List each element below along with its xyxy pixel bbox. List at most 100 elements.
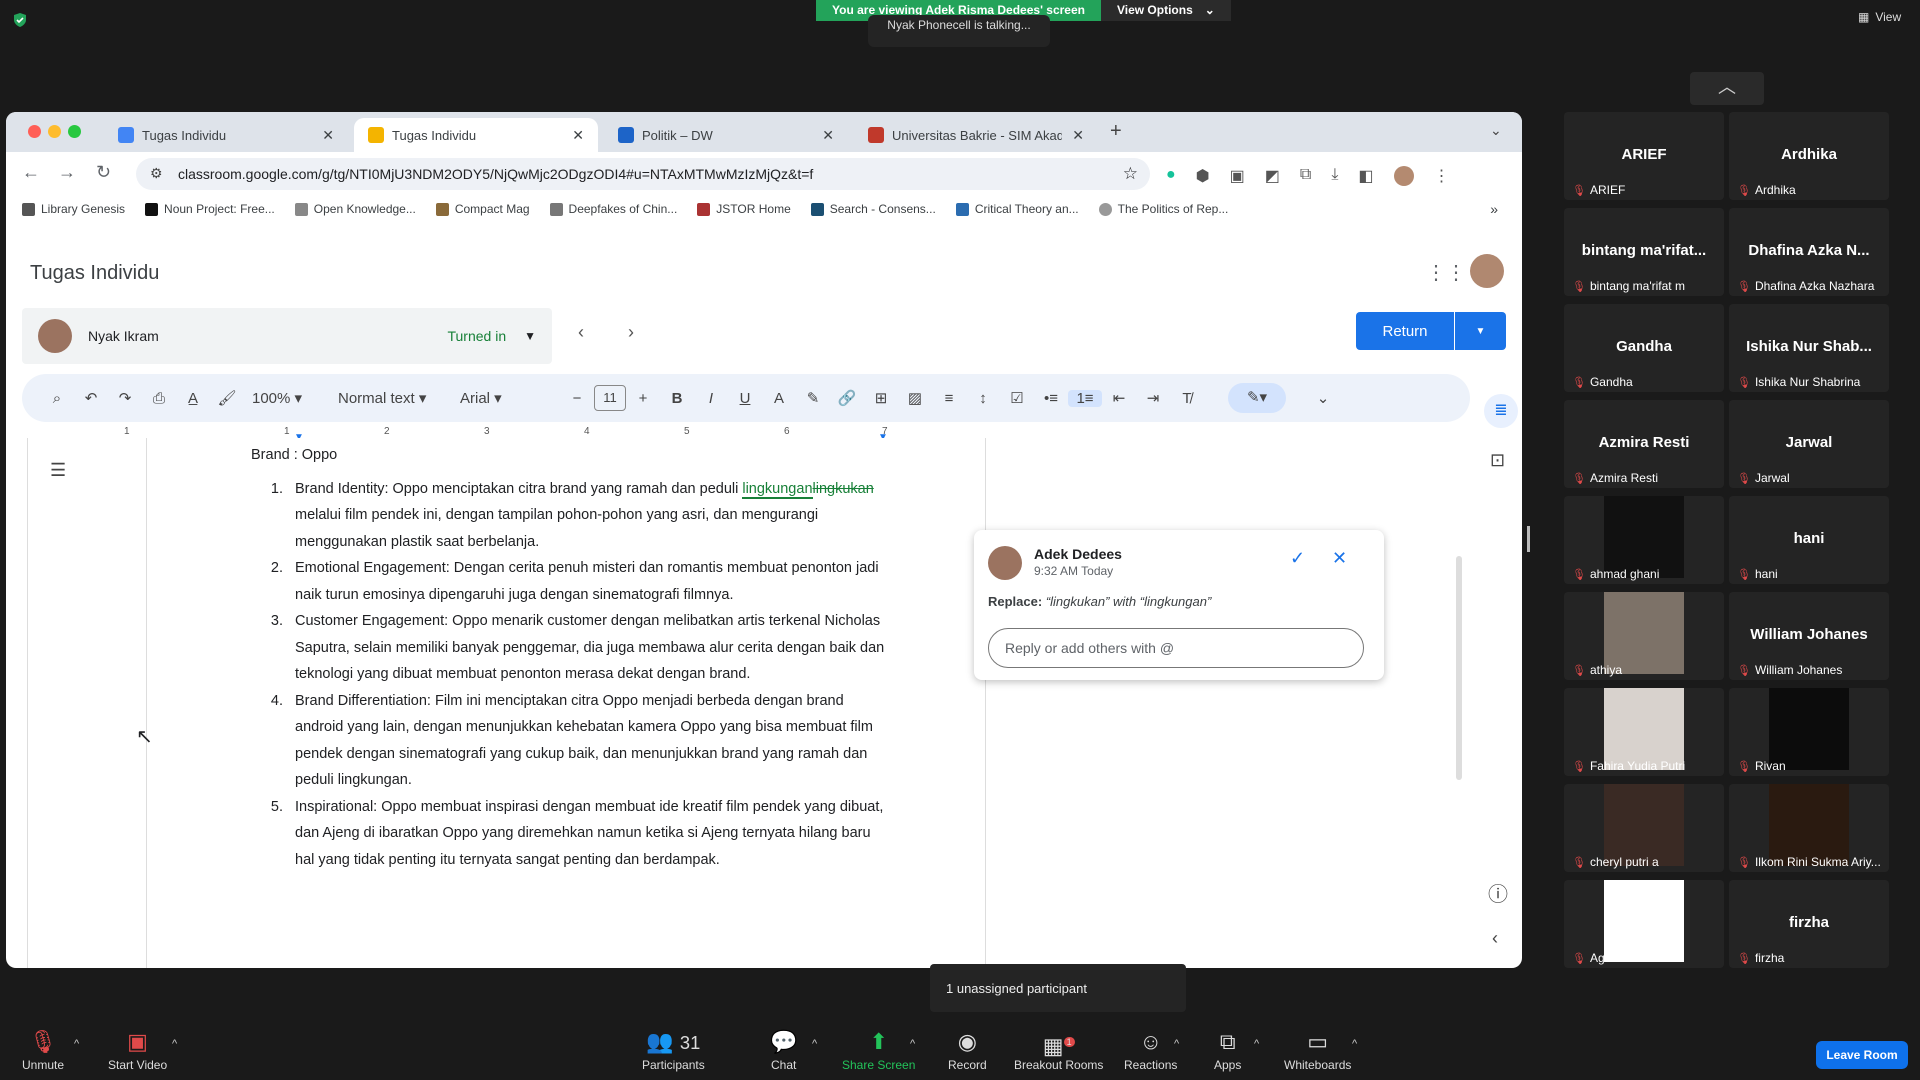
bookmark-item[interactable]: Library Genesis xyxy=(22,202,125,216)
bold-icon[interactable]: B xyxy=(660,390,694,407)
expand-panel-icon[interactable]: ‹ xyxy=(1492,928,1498,949)
whiteboards-button[interactable]: ▭ Whiteboards xyxy=(1284,1030,1351,1073)
collapse-toolbar-icon[interactable]: ⌄ xyxy=(1306,389,1340,407)
minimize-window-button[interactable] xyxy=(48,125,61,138)
profile-avatar[interactable] xyxy=(1393,166,1414,186)
new-tab-icon[interactable]: + xyxy=(1110,120,1122,143)
bookmark-item[interactable]: Noun Project: Free... xyxy=(145,202,275,216)
reject-suggestion-icon[interactable]: ✕ xyxy=(1332,548,1347,569)
clear-formatting-icon[interactable]: T̸ xyxy=(1170,390,1204,407)
leave-room-button[interactable]: Leave Room xyxy=(1816,1041,1908,1069)
suggestion-comment-card[interactable]: Adek Dedees 9:32 AM Today ✓ ✕ Replace: “… xyxy=(974,530,1384,680)
bookmark-star-icon[interactable]: ☆ xyxy=(1123,164,1138,184)
close-tab-icon[interactable]: ✕ xyxy=(322,127,334,144)
tab-search-icon[interactable]: ⌄ xyxy=(1490,122,1502,139)
insert-image-icon[interactable]: ▨ xyxy=(898,389,932,407)
audio-options-icon[interactable]: ^ xyxy=(74,1038,79,1050)
student-selector[interactable]: Nyak Ikram Turned in ▼ xyxy=(22,308,552,364)
reactions-button[interactable]: ☺ Reactions xyxy=(1124,1030,1177,1073)
redo-icon[interactable]: ↷ xyxy=(108,389,142,407)
view-options-button[interactable]: View Options ⌄ xyxy=(1100,0,1231,21)
add-comment-icon[interactable]: ⊞ xyxy=(864,389,898,407)
return-options-icon[interactable]: ▼ xyxy=(1455,326,1506,337)
record-button[interactable]: ◉ Record xyxy=(948,1030,987,1073)
collapse-gallery-button[interactable]: ︿ xyxy=(1690,72,1764,105)
participant-tile[interactable]: Ardhika 🎙 Ardhika xyxy=(1729,112,1889,200)
participant-tile[interactable]: 🎙 athiya xyxy=(1564,592,1724,680)
participant-tile[interactable]: William Johanes 🎙 William Johanes xyxy=(1729,592,1889,680)
decrease-font-icon[interactable]: − xyxy=(560,390,594,407)
account-avatar[interactable] xyxy=(1470,254,1504,288)
decrease-indent-icon[interactable]: ⇤ xyxy=(1102,389,1136,407)
bulleted-list-icon[interactable]: •≡ xyxy=(1034,390,1068,407)
bookmark-item[interactable]: Search - Consens... xyxy=(810,202,936,216)
bookmark-item[interactable]: Critical Theory an... xyxy=(955,202,1079,216)
breakout-rooms-button[interactable]: ▦ 1 Breakout Rooms xyxy=(1014,1030,1103,1072)
participant-tile[interactable]: Jarwal 🎙 Jarwal xyxy=(1729,400,1889,488)
bookmark-item[interactable]: Open Knowledge... xyxy=(294,202,416,216)
next-student-icon[interactable]: › xyxy=(628,322,634,343)
help-icon[interactable]: ⓘ xyxy=(1488,878,1508,907)
view-button[interactable]: ▦ View xyxy=(1858,10,1901,24)
chat-button[interactable]: 💬 Chat xyxy=(770,1030,797,1073)
bookmark-item[interactable]: Deepfakes of Chin... xyxy=(549,202,677,216)
forward-icon[interactable]: → xyxy=(58,162,76,183)
participant-tile[interactable]: 🎙 cheryl putri a xyxy=(1564,784,1724,872)
side-panel-icon[interactable]: ◧ xyxy=(1358,166,1373,186)
suggested-insertion[interactable]: lingkungan xyxy=(742,480,813,499)
unmute-button[interactable]: 🎙 Unmute xyxy=(22,1030,64,1073)
extension-icon[interactable]: ▣ xyxy=(1230,166,1245,186)
browser-tab[interactable]: Universitas Bakrie - SIM Akad ✕ xyxy=(854,118,1098,152)
browser-tab[interactable]: Politik – DW ✕ xyxy=(604,118,848,152)
increase-font-icon[interactable]: + xyxy=(626,390,660,407)
underline-icon[interactable]: U xyxy=(728,390,762,407)
participant-tile[interactable]: 🎙 Rivan xyxy=(1729,688,1889,776)
bookmark-item[interactable]: JSTOR Home xyxy=(697,202,791,216)
participant-tile[interactable]: 🎙 Agie Satria xyxy=(1564,880,1724,968)
apps-button[interactable]: ⧉ Apps xyxy=(1214,1030,1241,1073)
document-body[interactable]: Brand : Oppo Brand Identity: Oppo mencip… xyxy=(251,442,891,873)
participants-button[interactable]: 👥 31 Participants xyxy=(642,1030,705,1073)
participant-tile[interactable]: hani 🎙 hani xyxy=(1729,496,1889,584)
site-settings-icon[interactable]: ⚙ xyxy=(150,165,163,182)
suggested-deletion[interactable]: lingkukan xyxy=(813,481,874,497)
suggesting-mode-icon[interactable]: ✎▾ xyxy=(1228,383,1286,413)
maximize-window-button[interactable] xyxy=(68,125,81,138)
video-options-icon[interactable]: ^ xyxy=(172,1038,177,1050)
chat-options-icon[interactable]: ^ xyxy=(812,1038,817,1050)
scrollbar[interactable] xyxy=(1456,556,1462,780)
line-spacing-icon[interactable]: ↕ xyxy=(966,390,1000,407)
rubric-panel-icon[interactable]: ≣ xyxy=(1484,394,1518,428)
participant-tile[interactable]: bintang ma'rifat... 🎙 bintang ma'rifat m xyxy=(1564,208,1724,296)
extensions-puzzle-icon[interactable]: ⧉ xyxy=(1300,166,1311,186)
participant-tile[interactable]: firzha 🎙 firzha xyxy=(1729,880,1889,968)
address-bar[interactable]: ⚙ classroom.google.com/g/tg/NTI0MjU3NDM2O… xyxy=(136,158,1150,190)
browser-tab-active[interactable]: Tugas Individu ✕ xyxy=(354,118,598,152)
close-tab-icon[interactable]: ✕ xyxy=(1072,127,1084,144)
extension-icon[interactable]: ⬢ xyxy=(1196,166,1210,186)
zoom-select[interactable]: 100% ▾ xyxy=(244,389,326,407)
more-bookmarks-icon[interactable]: » xyxy=(1490,201,1498,217)
close-tab-icon[interactable]: ✕ xyxy=(822,127,834,144)
checklist-icon[interactable]: ☑ xyxy=(1000,389,1034,407)
bookmark-item[interactable]: Compact Mag xyxy=(435,202,530,216)
start-video-button[interactable]: ▣ Start Video xyxy=(108,1030,167,1073)
participant-tile[interactable]: ARIEF 🎙 ARIEF xyxy=(1564,112,1724,200)
align-icon[interactable]: ≡ xyxy=(932,390,966,407)
participant-tile[interactable]: Azmira Resti 🎙 Azmira Resti xyxy=(1564,400,1724,488)
style-select[interactable]: Normal text ▾ xyxy=(326,389,448,407)
split-handle[interactable] xyxy=(1527,526,1530,552)
return-button[interactable]: Return ▼ xyxy=(1356,312,1506,350)
paint-format-icon[interactable]: 🖌 xyxy=(210,389,244,407)
share-screen-button[interactable]: ⬆ Share Screen xyxy=(842,1030,915,1073)
font-size-input[interactable]: 11 xyxy=(594,385,626,411)
font-select[interactable]: Arial ▾ xyxy=(448,389,560,407)
accept-suggestion-icon[interactable]: ✓ xyxy=(1290,548,1305,569)
bookmark-item[interactable]: The Politics of Rep... xyxy=(1098,202,1228,216)
close-window-button[interactable] xyxy=(28,125,41,138)
text-color-icon[interactable]: A xyxy=(762,390,796,407)
grammarly-extension-icon[interactable]: ● xyxy=(1166,166,1176,186)
apps-options-icon[interactable]: ^ xyxy=(1254,1038,1259,1050)
previous-student-icon[interactable]: ‹ xyxy=(578,322,584,343)
reload-icon[interactable]: ↻ xyxy=(96,162,111,183)
